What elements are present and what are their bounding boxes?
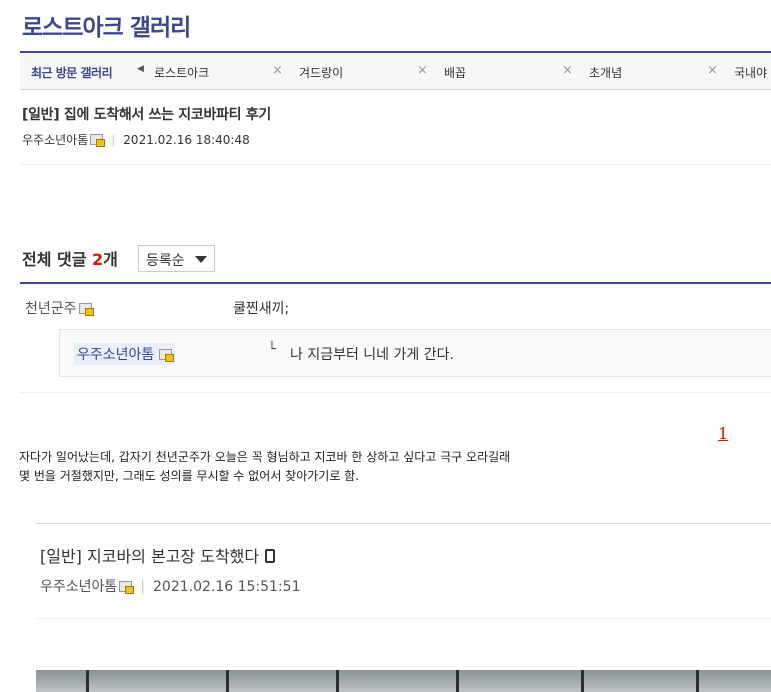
comment-page-link[interactable]: 1 [718, 424, 728, 443]
post-photo [36, 670, 771, 692]
comment-author[interactable]: 천년군주 [25, 298, 94, 318]
divider [20, 164, 771, 165]
comment-section-line [20, 282, 771, 284]
comment-sort-select[interactable]: 등록순 [138, 245, 215, 272]
quoted-post-date: 2021.02.16 15:51:51 [153, 579, 301, 595]
comment-header: 전체 댓글 2개 [22, 246, 118, 270]
quoted-post-title[interactable]: [일반] 지코바의 본고장 도착했다 [40, 543, 276, 567]
reply-arrow-icon: └ [268, 342, 276, 357]
photo-beam [226, 670, 229, 692]
recent-item-lostark[interactable]: 로스트아크 [154, 64, 209, 81]
quoted-post-author[interactable]: 우주소년아톰 [40, 579, 117, 595]
photo-beam [456, 670, 459, 692]
post-date: 2021.02.16 18:40:48 [123, 133, 250, 147]
gallery-title[interactable]: 로스트아크 갤러리 [22, 8, 191, 42]
quoted-post-title-text: [일반] 지코바의 본고장 도착했다 [40, 547, 260, 566]
chevron-down-icon [195, 256, 207, 263]
reply-author[interactable]: 우주소년아톰 [74, 343, 176, 365]
comment-author-name: 천년군주 [25, 301, 77, 317]
post-body-line: 몇 번을 거절했지만, 그래도 성의를 무시할 수 없어서 찾아가기로 함. [19, 469, 360, 483]
divider [36, 618, 771, 619]
recent-item-navel[interactable]: 배꼽 [444, 64, 466, 81]
meta-separator: | [140, 579, 145, 595]
close-icon[interactable]: × [272, 63, 283, 78]
post-author[interactable]: 우주소년아톰 [22, 133, 88, 147]
reply-author-name: 우주소년아톰 [77, 347, 155, 363]
recent-item-domestic-baseball[interactable]: 국내야 [734, 64, 767, 81]
recent-item-armpit[interactable]: 겨드랑이 [299, 64, 343, 81]
post-body: 자다가 일어났는데, 갑자기 천년군주가 오늘은 꼭 형님하고 지코바 한 상하… [19, 448, 510, 486]
meta-separator: | [111, 133, 116, 147]
recent-galleries-bar: 최근 방문 갤러리 ◀ 로스트아크 × 겨드랑이 × 배꼽 × 초개념 × 국내… [20, 51, 771, 90]
fixed-nick-icon [159, 349, 175, 362]
close-icon[interactable]: × [417, 63, 428, 78]
fixed-nick-icon [90, 134, 106, 147]
close-icon[interactable]: × [562, 63, 573, 78]
fixed-nick-icon [119, 581, 135, 594]
sort-value: 등록순 [146, 253, 185, 269]
quoted-post-meta: 우주소년아톰 | 2021.02.16 15:51:51 [40, 576, 301, 596]
comment-count-unit: 개 [103, 250, 118, 269]
post-meta: 우주소년아톰 | 2021.02.16 18:40:48 [22, 131, 250, 148]
quoted-post-top-line [36, 523, 771, 524]
post-title: [일반] 집에 도착해서 쓰는 지코바파티 후기 [22, 107, 271, 123]
comment-header-label: 전체 댓글 [22, 250, 87, 269]
mobile-icon [265, 549, 276, 563]
collapse-arrow-icon[interactable]: ◀ [137, 64, 144, 74]
recent-galleries-label: 최근 방문 갤러리 [31, 66, 113, 80]
comment-text: 쿨찐새끼; [233, 301, 290, 317]
photo-beam [86, 670, 89, 692]
post-body-line: 자다가 일어났는데, 갑자기 천년군주가 오늘은 꼭 형님하고 지코바 한 상하… [19, 450, 511, 464]
comment-count: 2 [92, 250, 104, 269]
fixed-nick-icon [78, 303, 94, 316]
reply-text: 나 지금부터 니네 가게 간다. [290, 347, 454, 363]
photo-beam [336, 670, 339, 692]
close-icon[interactable]: × [707, 63, 718, 78]
recent-item-chogaenyeom[interactable]: 초개념 [589, 64, 622, 81]
photo-beam [696, 670, 699, 692]
divider [20, 392, 771, 393]
photo-beam [581, 670, 584, 692]
